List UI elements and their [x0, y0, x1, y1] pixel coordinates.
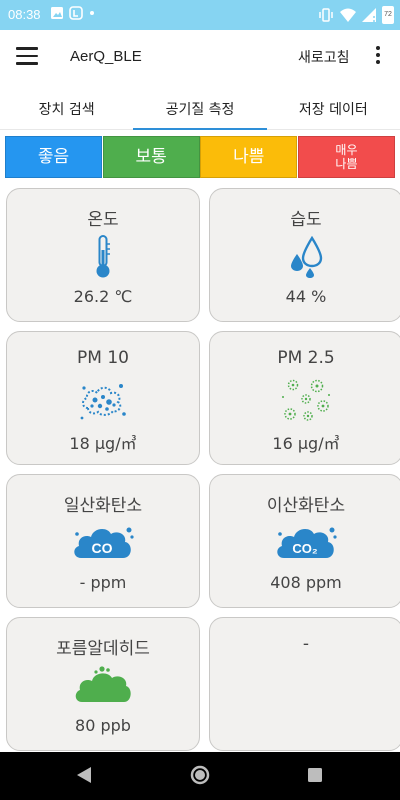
- tab-saved-data[interactable]: 저장 데이터: [267, 85, 400, 129]
- legend-very-bad[interactable]: 매우 나쁨: [297, 136, 395, 178]
- legend-bad[interactable]: 나쁨: [200, 136, 298, 178]
- air-quality-legend: 좋음 보통 나쁨 매우 나쁨: [5, 136, 395, 178]
- co2-icon-text: CO₂: [292, 541, 318, 556]
- card-value: 18 μg/㎥: [69, 434, 137, 453]
- app-title: AerQ_BLE: [70, 48, 142, 65]
- tab-bar: 장치 검색 공기질 측정 저장 데이터: [0, 85, 400, 130]
- recents-icon[interactable]: [307, 767, 323, 783]
- pm25-card[interactable]: PM 2.5 16 μg/㎥: [209, 331, 400, 465]
- card-title: -: [302, 634, 310, 654]
- co2-cloud-icon: CO₂: [277, 527, 337, 558]
- status-time: 08:38: [8, 7, 41, 22]
- card-title: 포름알데히드: [56, 639, 150, 659]
- card-title: 온도: [87, 210, 119, 230]
- card-value: 16 μg/㎥: [272, 434, 340, 453]
- back-icon[interactable]: [76, 766, 92, 784]
- image-notification-icon: [51, 7, 63, 19]
- refresh-button[interactable]: 새로고침: [298, 47, 350, 67]
- co-cloud-icon: CO: [74, 527, 134, 558]
- dot-notification-icon: [90, 11, 94, 15]
- more-options-icon[interactable]: [371, 46, 385, 68]
- card-value: - ppm: [79, 573, 127, 592]
- battery-icon: 72: [382, 6, 394, 24]
- app-bar: AerQ_BLE 새로고침: [0, 30, 400, 85]
- co-icon-text: CO: [92, 540, 113, 556]
- pm25-particles-icon: [282, 379, 330, 421]
- card-title: PM 2.5: [277, 348, 335, 368]
- humidity-card[interactable]: 습도 44 %: [209, 188, 400, 322]
- water-drops-icon: [291, 236, 323, 278]
- legend-normal[interactable]: 보통: [102, 136, 200, 178]
- card-value: 80 ppb: [75, 716, 131, 735]
- status-bar: 08:38 72: [0, 0, 400, 30]
- pm10-particles-icon: [80, 384, 126, 420]
- signal-icon: [362, 8, 376, 22]
- empty-card[interactable]: -: [209, 617, 400, 751]
- lens-notification-icon: [69, 6, 83, 20]
- card-value: 44 %: [285, 287, 327, 306]
- legend-good[interactable]: 좋음: [5, 136, 102, 178]
- card-title: 습도: [290, 210, 322, 230]
- home-icon[interactable]: [190, 765, 210, 785]
- hcho-cloud-icon: [75, 666, 131, 702]
- hamburger-menu-icon[interactable]: [16, 47, 38, 67]
- card-value: 26.2 ℃: [73, 287, 133, 306]
- formaldehyde-card[interactable]: 포름알데히드 80 ppb: [6, 617, 200, 751]
- vibrate-icon: [319, 8, 333, 22]
- tab-device-search[interactable]: 장치 검색: [0, 85, 133, 129]
- thermometer-icon: [96, 235, 110, 278]
- card-title: 일산화탄소: [63, 496, 143, 516]
- card-title: 이산화탄소: [266, 496, 346, 516]
- card-title: PM 10: [77, 348, 129, 368]
- tab-air-quality[interactable]: 공기질 측정: [133, 85, 267, 130]
- co-card[interactable]: 일산화탄소 CO - ppm: [6, 474, 200, 608]
- wifi-icon: [340, 8, 356, 22]
- co2-card[interactable]: 이산화탄소 CO₂ 408 ppm: [209, 474, 400, 608]
- card-value: 408 ppm: [270, 573, 342, 592]
- system-nav-bar: [0, 752, 400, 800]
- pm10-card[interactable]: PM 10 18 μg/㎥: [6, 331, 200, 465]
- temperature-card[interactable]: 온도 26.2 ℃: [6, 188, 200, 322]
